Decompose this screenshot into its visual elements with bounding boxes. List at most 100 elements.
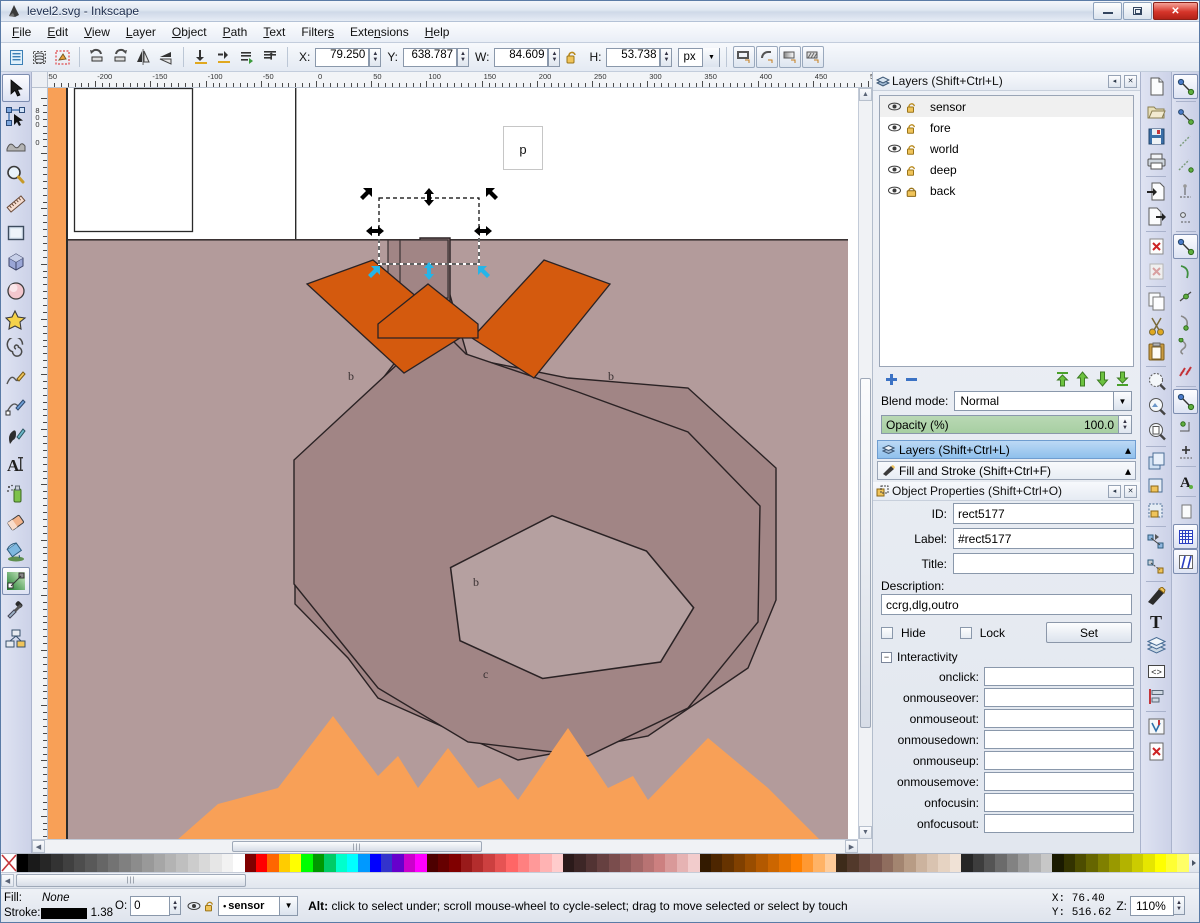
palette-swatch[interactable] [324, 854, 336, 872]
palette-swatch[interactable] [415, 854, 427, 872]
x-input[interactable]: 79.250 [315, 47, 370, 67]
palette-swatch[interactable] [437, 854, 450, 872]
palette-swatch[interactable] [199, 854, 211, 872]
palette-swatch[interactable] [108, 854, 120, 872]
palette-swatch[interactable] [1040, 854, 1053, 872]
palette-swatch[interactable] [39, 854, 52, 872]
duplicate-icon[interactable] [1144, 449, 1169, 474]
chevron-up-icon[interactable]: ▴ [1125, 443, 1131, 457]
palette-swatch[interactable] [892, 854, 905, 872]
onmouseout-input[interactable] [984, 709, 1134, 728]
palette-swatch[interactable] [358, 854, 370, 872]
eye-icon[interactable] [888, 123, 906, 132]
document-properties-icon[interactable] [1144, 739, 1169, 764]
snap-path-intersection-icon[interactable] [1173, 284, 1198, 309]
set-button[interactable]: Set [1046, 622, 1132, 643]
description-input[interactable]: ccrg,dlg,outro [881, 594, 1132, 615]
snap-bbox-corner-icon[interactable] [1173, 154, 1198, 179]
affect-patterns-icon[interactable] [802, 46, 825, 68]
lower-layer-icon[interactable] [1092, 370, 1112, 388]
palette-swatch[interactable] [210, 854, 222, 872]
pencil-tool[interactable] [2, 364, 30, 392]
group-icon[interactable] [1144, 474, 1169, 499]
interactivity-header[interactable]: − Interactivity [873, 646, 1140, 666]
fill-value[interactable]: None [42, 891, 70, 906]
open-document-icon[interactable] [1144, 99, 1169, 124]
dropper-tool[interactable] [2, 596, 30, 624]
opacity-status-spinner[interactable]: ▲ ▼ [169, 896, 182, 915]
w-input[interactable]: 84.609 [494, 47, 549, 67]
palette-swatch[interactable] [1109, 854, 1121, 872]
close-button[interactable]: ✕ [1153, 2, 1198, 20]
palette-swatch[interactable] [710, 854, 723, 872]
dock-bar-layers[interactable]: Layers (Shift+Ctrl+L) ▴ [877, 440, 1136, 459]
layer-row-world[interactable]: world [880, 138, 1133, 159]
palette-swatch[interactable] [233, 854, 245, 872]
ungroup-icon[interactable] [1144, 499, 1169, 524]
palette-swatch[interactable] [1052, 854, 1064, 872]
lock-open-icon[interactable] [906, 101, 930, 113]
palette-swatch[interactable] [1086, 854, 1098, 872]
palette-swatch[interactable] [733, 854, 745, 872]
chevron-up-icon[interactable]: ▴ [1125, 464, 1131, 478]
palette-swatch[interactable] [870, 854, 882, 872]
palette-swatch[interactable] [722, 854, 734, 872]
palette-swatch[interactable] [187, 854, 199, 872]
palette-swatch[interactable] [756, 854, 768, 872]
menu-text[interactable]: Text [255, 23, 293, 41]
star-tool[interactable] [2, 306, 30, 334]
palette-swatch[interactable] [961, 854, 973, 872]
palette-swatch[interactable] [1143, 854, 1155, 872]
cut-icon[interactable] [1144, 314, 1169, 339]
no-color-swatch[interactable] [1, 854, 17, 872]
new-document-icon[interactable] [1144, 74, 1169, 99]
export-icon[interactable] [1144, 204, 1169, 229]
vertical-scroll-thumb[interactable] [860, 378, 871, 728]
palette-swatch[interactable] [381, 854, 393, 872]
lock-open-icon[interactable] [906, 143, 930, 155]
palette-swatch[interactable] [85, 854, 97, 872]
snap-others-icon[interactable] [1173, 389, 1198, 414]
palette-swatch[interactable] [563, 854, 575, 872]
snap-page-border-icon[interactable] [1173, 499, 1198, 524]
palette-swatch[interactable] [995, 854, 1007, 872]
palette-swatch[interactable] [62, 854, 74, 872]
layer-name[interactable]: world [930, 142, 959, 156]
fill-stroke-indicator[interactable]: Fill: None Stroke: 1.38 [1, 891, 113, 921]
xml-editor-icon[interactable]: <> [1144, 659, 1169, 684]
zoom-drawing-icon[interactable] [1144, 394, 1169, 419]
lock-open-icon[interactable] [906, 164, 930, 176]
vertical-scrollbar[interactable]: ▲ ▼ [858, 88, 872, 839]
palette-swatch[interactable] [574, 854, 586, 872]
layers-collapse-button[interactable]: ◂ [1108, 74, 1121, 88]
palette-swatch[interactable] [915, 854, 927, 872]
raise-layer-to-top-icon[interactable] [1052, 370, 1072, 388]
palette-swatch[interactable] [858, 854, 871, 872]
fill-stroke-dialog-icon[interactable] [1144, 584, 1169, 609]
palette-swatch[interactable] [801, 854, 814, 872]
snap-cusp-nodes-icon[interactable] [1173, 309, 1198, 334]
onclick-input[interactable] [984, 667, 1134, 686]
palette-swatch[interactable] [1018, 854, 1030, 872]
palette-swatch[interactable] [483, 854, 495, 872]
palette-swatch[interactable] [392, 854, 404, 872]
lower-layer-to-bottom-icon[interactable] [1112, 370, 1132, 388]
palette-swatch[interactable] [426, 854, 438, 872]
palette-swatch[interactable] [130, 854, 143, 872]
hide-checkbox[interactable] [881, 626, 893, 639]
snap-bounding-box-icon[interactable] [1173, 104, 1198, 129]
palette-swatch[interactable] [1006, 854, 1018, 872]
menu-edit[interactable]: Edit [39, 23, 76, 41]
palette-swatch[interactable] [767, 854, 780, 872]
paste-icon[interactable] [1144, 339, 1169, 364]
affect-gradients-icon[interactable] [779, 46, 802, 68]
palette-swatch[interactable] [881, 854, 893, 872]
plus-icon[interactable] [881, 370, 901, 388]
palette-swatch[interactable] [847, 854, 859, 872]
scroll-down-arrow[interactable]: ▼ [859, 826, 872, 839]
palette-swatch[interactable] [1120, 854, 1132, 872]
selector-tool[interactable] [2, 74, 30, 102]
layers-close-button[interactable]: ✕ [1124, 74, 1137, 88]
onmouseover-input[interactable] [984, 688, 1134, 707]
onfocusout-input[interactable] [984, 814, 1134, 833]
